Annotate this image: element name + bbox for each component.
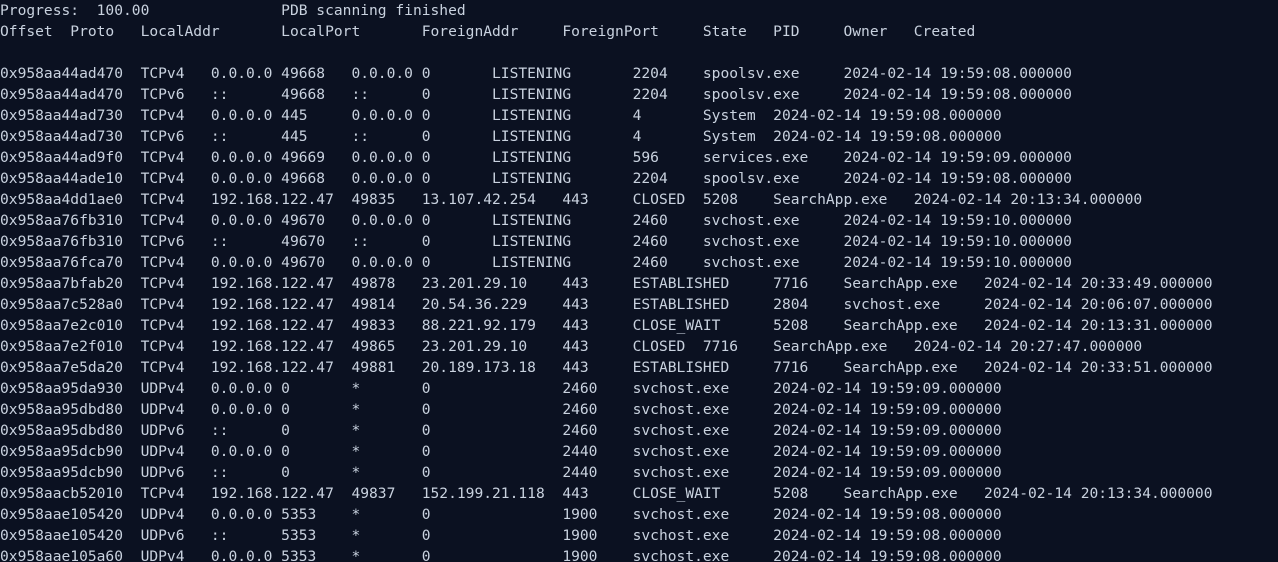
table-row: 0x958aa95dbd80 UDPv4 0.0.0.0 0 * 0 2460 …: [0, 401, 1002, 418]
table-row: 0x958aa76fca70 TCPv4 0.0.0.0 49670 0.0.0…: [0, 254, 1072, 271]
table-row: 0x958aa7e2f010 TCPv4 192.168.122.47 4986…: [0, 338, 1143, 355]
table-row: 0x958aa44ad470 TCPv6 :: 49668 :: 0 LISTE…: [0, 86, 1072, 103]
table-row: 0x958aa4dd1ae0 TCPv4 192.168.122.47 4983…: [0, 191, 1143, 208]
table-row: 0x958aa44ade10 TCPv4 0.0.0.0 49668 0.0.0…: [0, 170, 1072, 187]
table-row: 0x958aa44ad730 TCPv6 :: 445 :: 0 LISTENI…: [0, 128, 1002, 145]
table-row: 0x958aa44ad730 TCPv4 0.0.0.0 445 0.0.0.0…: [0, 107, 1002, 124]
column-header-line: Offset Proto LocalAddr LocalPort Foreign…: [0, 23, 976, 40]
table-row: 0x958aa7c528a0 TCPv4 192.168.122.47 4981…: [0, 296, 1213, 313]
table-row: 0x958aa7e5da20 TCPv4 192.168.122.47 4988…: [0, 359, 1213, 376]
table-row: 0x958aae105420 UDPv6 :: 5353 * 0 1900 sv…: [0, 527, 1002, 544]
table-row: 0x958aacb52010 TCPv4 192.168.122.47 4983…: [0, 485, 1213, 502]
table-row: 0x958aa7e2c010 TCPv4 192.168.122.47 4983…: [0, 317, 1213, 334]
table-row: 0x958aa7bfab20 TCPv4 192.168.122.47 4987…: [0, 275, 1213, 292]
terminal-output: Progress: 100.00 PDB scanning finished Of…: [0, 0, 1278, 562]
table-row: 0x958aa95da930 UDPv4 0.0.0.0 0 * 0 2460 …: [0, 380, 1002, 397]
table-row: 0x958aa76fb310 TCPv6 :: 49670 :: 0 LISTE…: [0, 233, 1072, 250]
table-row: 0x958aae105420 UDPv4 0.0.0.0 5353 * 0 19…: [0, 506, 1002, 523]
table-row: 0x958aa44ad9f0 TCPv4 0.0.0.0 49669 0.0.0…: [0, 149, 1072, 166]
terminal-window[interactable]: Progress: 100.00 PDB scanning finished Of…: [0, 0, 1278, 562]
table-row: 0x958aa76fb310 TCPv4 0.0.0.0 49670 0.0.0…: [0, 212, 1072, 229]
table-row: 0x958aa95dcb90 UDPv4 0.0.0.0 0 * 0 2440 …: [0, 443, 1002, 460]
status-line: Progress: 100.00 PDB scanning finished: [0, 2, 466, 19]
table-row: 0x958aa95dbd80 UDPv6 :: 0 * 0 2460 svcho…: [0, 422, 1002, 439]
table-row: 0x958aa44ad470 TCPv4 0.0.0.0 49668 0.0.0…: [0, 65, 1072, 82]
table-row: 0x958aae105a60 UDPv4 0.0.0.0 5353 * 0 19…: [0, 548, 1002, 562]
table-row: 0x958aa95dcb90 UDPv6 :: 0 * 0 2440 svcho…: [0, 464, 1002, 481]
